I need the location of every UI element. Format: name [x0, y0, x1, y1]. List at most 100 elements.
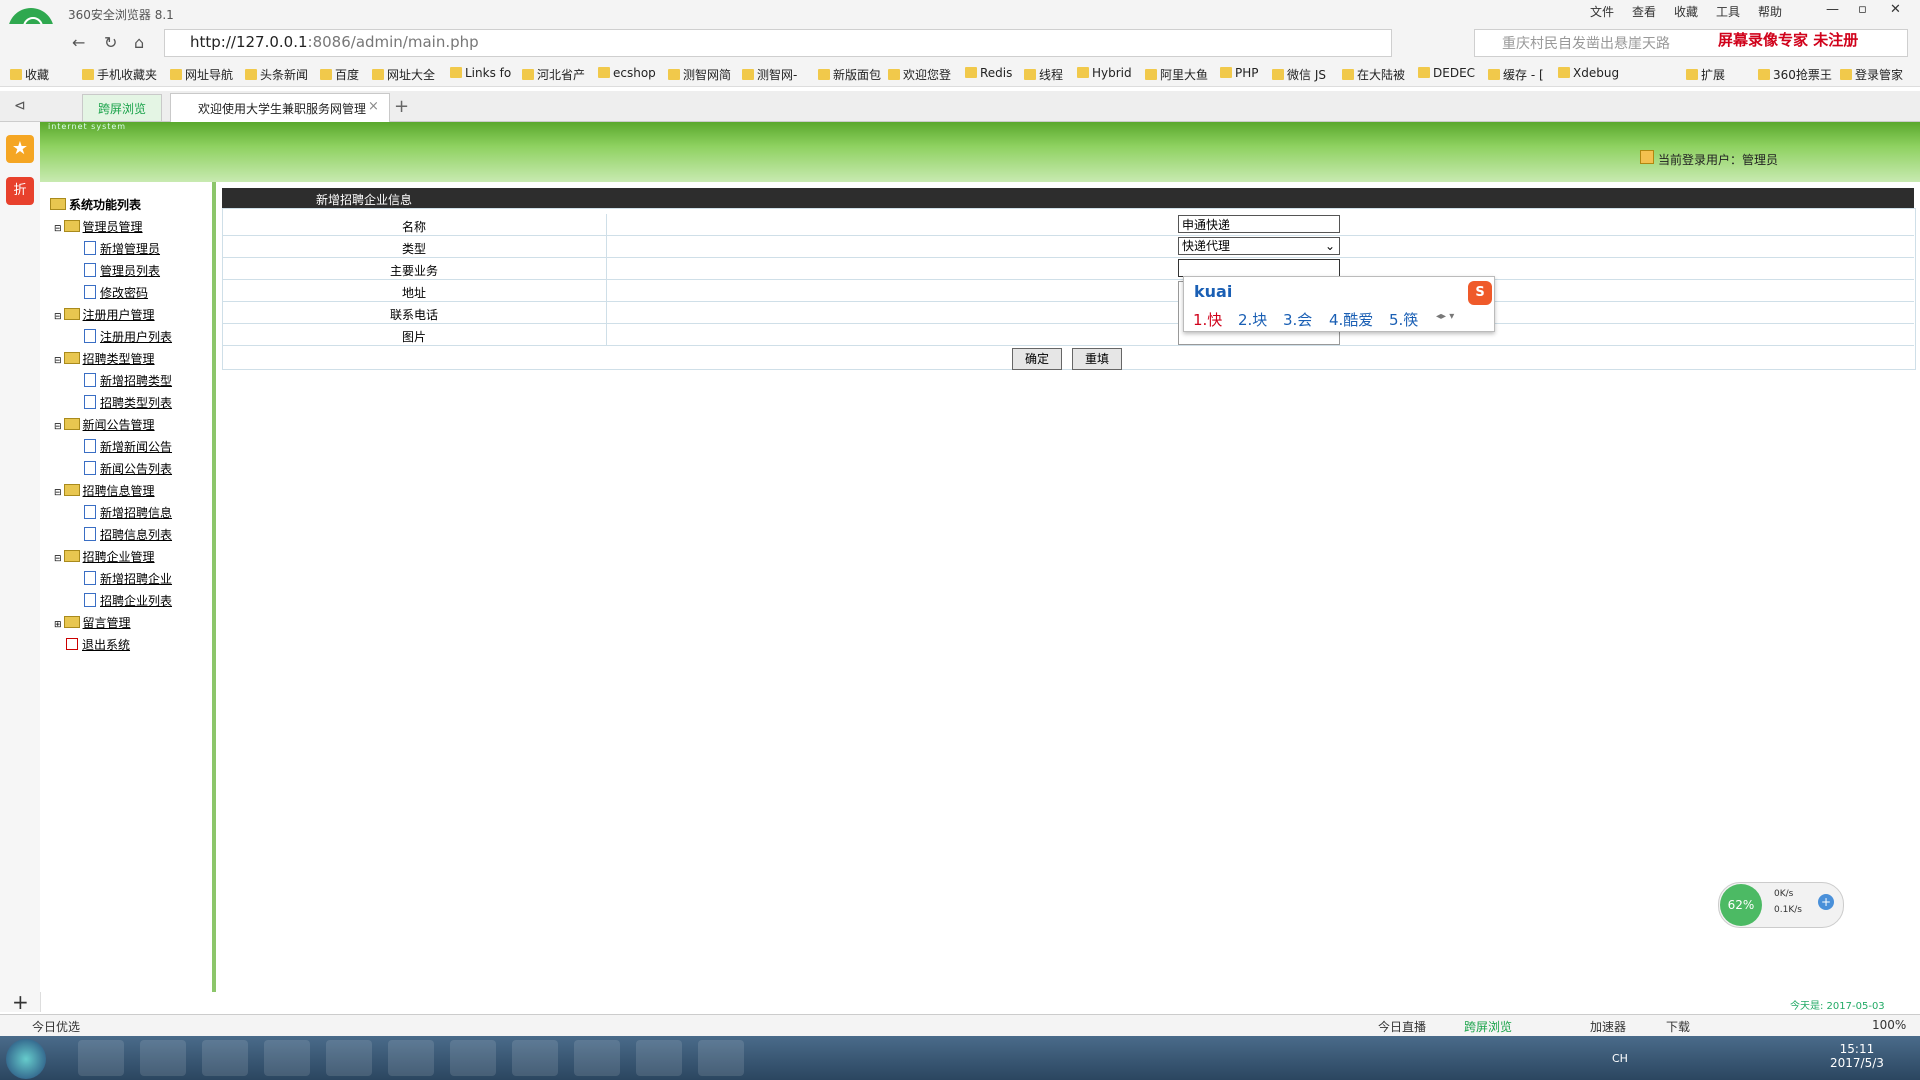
tree-group[interactable]: ⊟ 招聘类型管理	[54, 350, 155, 367]
tree-item-link[interactable]: 注册用户列表	[84, 328, 172, 345]
tree-item-link[interactable]: 新增招聘企业	[84, 570, 172, 587]
submit-button[interactable]: 确定	[1012, 348, 1062, 370]
collapse-icon[interactable]: ⊟	[54, 488, 62, 498]
bookmark-item[interactable]: 在大陆被	[1342, 66, 1405, 83]
ime-candidate-5[interactable]: 5.筷	[1389, 309, 1418, 330]
tree-item-link[interactable]: 新增新闻公告	[84, 438, 172, 455]
bookmark-item[interactable]: 手机收藏夹	[82, 66, 157, 83]
bookmark-item[interactable]: 缓存 - [	[1488, 66, 1544, 83]
collapse-icon[interactable]: ⊟	[54, 356, 62, 366]
maximize-button[interactable]: ▫	[1858, 2, 1867, 17]
new-tab-icon[interactable]: +	[394, 96, 409, 117]
bookmark-item[interactable]: 登录管家	[1840, 66, 1903, 83]
home-icon[interactable]: ⌂	[134, 33, 144, 52]
bookmark-item[interactable]: Xdebug	[1558, 66, 1619, 80]
business-input[interactable]	[1178, 259, 1340, 277]
status-download[interactable]: 下载	[1666, 1018, 1690, 1035]
taskbar-app-3[interactable]	[202, 1040, 248, 1076]
taskbar-app-1[interactable]	[78, 1040, 124, 1076]
lang-indicator[interactable]: CH	[1612, 1052, 1628, 1065]
bookmark-item[interactable]: 微信 JS	[1272, 66, 1326, 83]
menu-tools[interactable]: 工具	[1716, 3, 1740, 20]
bookmark-item[interactable]: 网址导航	[170, 66, 233, 83]
ime-candidate-2[interactable]: 2.块	[1238, 309, 1267, 330]
bookmark-item[interactable]: 收藏	[10, 66, 49, 83]
tree-item-link[interactable]: 招聘信息列表	[84, 526, 172, 543]
taskbar-app-5[interactable]	[326, 1040, 372, 1076]
status-live[interactable]: 今日直播	[1378, 1018, 1426, 1035]
bookmark-item[interactable]: 线程	[1024, 66, 1063, 83]
logout-link[interactable]: 退出系统	[66, 636, 130, 653]
collapse-icon[interactable]: ⊟	[54, 224, 62, 234]
menu-help[interactable]: 帮助	[1758, 3, 1782, 20]
plus-icon[interactable]: +	[1818, 894, 1834, 910]
bookmark-item[interactable]: Redis	[965, 66, 1012, 80]
taskbar-app-7[interactable]	[450, 1040, 496, 1076]
ime-candidate-1[interactable]: 1.快	[1193, 309, 1222, 330]
clock[interactable]: 15:11 2017/5/3	[1830, 1042, 1884, 1070]
expand-icon[interactable]: ⊞	[54, 620, 62, 630]
menu-view[interactable]: 查看	[1632, 3, 1656, 20]
ime-candidate-4[interactable]: 4.酷爱	[1329, 309, 1373, 330]
bookmark-item[interactable]: ecshop	[598, 66, 656, 80]
bookmark-item[interactable]: Hybrid	[1077, 66, 1132, 80]
bookmark-item[interactable]: 欢迎您登	[888, 66, 951, 83]
bookmark-item[interactable]: DEDEC	[1418, 66, 1475, 80]
tree-item-link[interactable]: 招聘类型列表	[84, 394, 172, 411]
bookmark-item[interactable]: 测智网简	[668, 66, 731, 83]
taskbar-app-9[interactable]	[574, 1040, 620, 1076]
minimize-button[interactable]: —	[1826, 2, 1839, 17]
back-arrow-icon[interactable]: ←	[72, 33, 85, 52]
collapse-icon[interactable]: ⊟	[54, 554, 62, 564]
menu-file[interactable]: 文件	[1590, 3, 1614, 20]
bookmark-item[interactable]: 360抢票王	[1758, 66, 1832, 83]
memory-percent[interactable]: 62%	[1720, 884, 1762, 926]
taskbar-app-11[interactable]	[698, 1040, 744, 1076]
tree-group[interactable]: ⊟ 招聘信息管理	[54, 482, 155, 499]
bookmark-item[interactable]: 扩展	[1686, 66, 1725, 83]
favorites-star-icon[interactable]: ★	[6, 135, 34, 163]
zoom-level[interactable]: 100%	[1872, 1018, 1906, 1032]
tree-item-link[interactable]: 新增管理员	[84, 240, 160, 257]
bookmark-item[interactable]: 百度	[320, 66, 359, 83]
bookmark-item[interactable]: 头条新闻	[245, 66, 308, 83]
taskbar-app-4[interactable]	[264, 1040, 310, 1076]
menu-favorites[interactable]: 收藏	[1674, 3, 1698, 20]
tree-group[interactable]: ⊟ 注册用户管理	[54, 306, 155, 323]
discount-icon[interactable]: 折	[6, 177, 34, 205]
tree-message-mgmt[interactable]: ⊞ 留言管理	[54, 614, 131, 631]
bookmark-item[interactable]: 新版面包	[818, 66, 881, 83]
taskbar-app-6[interactable]	[388, 1040, 434, 1076]
ime-candidate-3[interactable]: 3.会	[1283, 309, 1312, 330]
tree-group[interactable]: ⊟ 招聘企业管理	[54, 548, 155, 565]
tab-close-icon[interactable]: ×	[368, 99, 379, 114]
tree-item-link[interactable]: 管理员列表	[84, 262, 160, 279]
tree-item-link[interactable]: 招聘企业列表	[84, 592, 172, 609]
url-text[interactable]: http://127.0.0.1:8086/admin/main.php	[190, 33, 479, 51]
tree-group[interactable]: ⊟ 新闻公告管理	[54, 416, 155, 433]
bookmark-item[interactable]: 测智网-	[742, 66, 797, 83]
bookmark-item[interactable]: Links fo	[450, 66, 511, 80]
name-input[interactable]: 申通快递	[1178, 215, 1340, 233]
taskbar-app-8[interactable]	[512, 1040, 558, 1076]
start-button-icon[interactable]	[6, 1039, 46, 1079]
tree-group[interactable]: ⊟ 管理员管理	[54, 218, 143, 235]
ime-page-arrows-icon[interactable]: ◂▸ ▾	[1436, 311, 1454, 322]
bookmark-item[interactable]: 阿里大鱼	[1145, 66, 1208, 83]
tree-item-link[interactable]: 新增招聘类型	[84, 372, 172, 389]
taskbar-app-10[interactable]	[636, 1040, 682, 1076]
refresh-icon[interactable]: ↻	[104, 33, 117, 52]
sidebar-toggle-icon[interactable]: ⊲	[14, 98, 26, 114]
bookmark-item[interactable]: 网址大全	[372, 66, 435, 83]
collapse-icon[interactable]: ⊟	[54, 422, 62, 432]
status-split-view[interactable]: 跨屏浏览	[1464, 1018, 1512, 1035]
type-select[interactable]: 快递代理 ⌄	[1178, 237, 1340, 255]
reset-button[interactable]: 重填	[1072, 348, 1122, 370]
close-window-button[interactable]: ✕	[1890, 2, 1901, 17]
bookmark-item[interactable]: PHP	[1220, 66, 1259, 80]
add-sidebar-icon[interactable]: +	[12, 990, 29, 1014]
collapse-icon[interactable]: ⊟	[54, 312, 62, 322]
bookmark-item[interactable]: 河北省产	[522, 66, 585, 83]
tree-item-link[interactable]: 修改密码	[84, 284, 148, 301]
tree-item-link[interactable]: 新增招聘信息	[84, 504, 172, 521]
